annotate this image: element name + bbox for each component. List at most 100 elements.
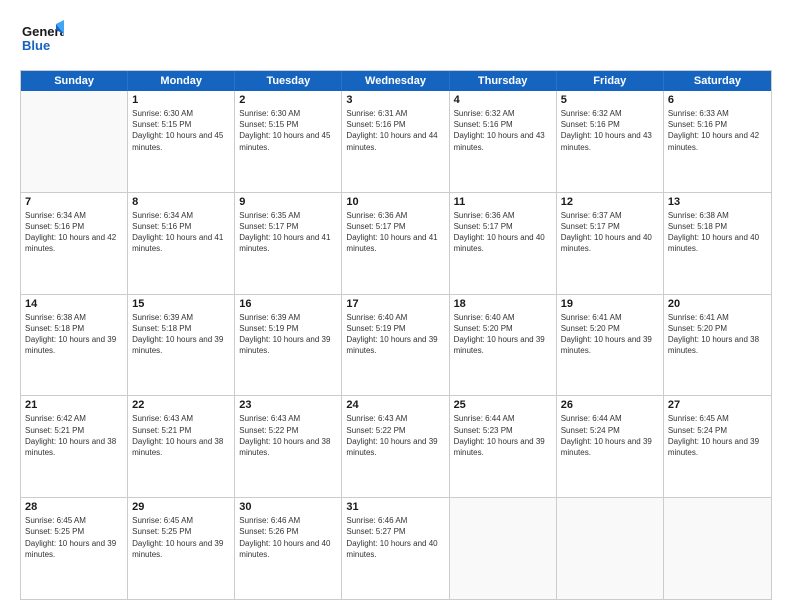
day-info: Sunrise: 6:30 AM Sunset: 5:15 PM Dayligh… [239, 108, 337, 153]
calendar-body: 1 Sunrise: 6:30 AM Sunset: 5:15 PM Dayli… [21, 91, 771, 599]
day-number: 5 [561, 94, 659, 106]
day-info: Sunrise: 6:31 AM Sunset: 5:16 PM Dayligh… [346, 108, 444, 153]
header-day-friday: Friday [557, 71, 664, 91]
day-number: 23 [239, 399, 337, 411]
header-day-monday: Monday [128, 71, 235, 91]
day-cell-3: 3 Sunrise: 6:31 AM Sunset: 5:16 PM Dayli… [342, 91, 449, 192]
day-cell-23: 23 Sunrise: 6:43 AM Sunset: 5:22 PM Dayl… [235, 396, 342, 497]
day-number: 22 [132, 399, 230, 411]
day-number: 19 [561, 298, 659, 310]
calendar-row-3: 14 Sunrise: 6:38 AM Sunset: 5:18 PM Dayl… [21, 294, 771, 396]
day-cell-20: 20 Sunrise: 6:41 AM Sunset: 5:20 PM Dayl… [664, 295, 771, 396]
day-info: Sunrise: 6:46 AM Sunset: 5:27 PM Dayligh… [346, 515, 444, 560]
day-number: 27 [668, 399, 767, 411]
day-cell-6: 6 Sunrise: 6:33 AM Sunset: 5:16 PM Dayli… [664, 91, 771, 192]
header-day-tuesday: Tuesday [235, 71, 342, 91]
day-cell-22: 22 Sunrise: 6:43 AM Sunset: 5:21 PM Dayl… [128, 396, 235, 497]
day-number: 17 [346, 298, 444, 310]
day-info: Sunrise: 6:38 AM Sunset: 5:18 PM Dayligh… [668, 210, 767, 255]
day-number: 24 [346, 399, 444, 411]
header-day-wednesday: Wednesday [342, 71, 449, 91]
day-info: Sunrise: 6:45 AM Sunset: 5:25 PM Dayligh… [25, 515, 123, 560]
day-number: 3 [346, 94, 444, 106]
empty-cell [557, 498, 664, 599]
day-info: Sunrise: 6:36 AM Sunset: 5:17 PM Dayligh… [346, 210, 444, 255]
day-info: Sunrise: 6:44 AM Sunset: 5:24 PM Dayligh… [561, 413, 659, 458]
day-number: 1 [132, 94, 230, 106]
day-info: Sunrise: 6:43 AM Sunset: 5:21 PM Dayligh… [132, 413, 230, 458]
day-info: Sunrise: 6:38 AM Sunset: 5:18 PM Dayligh… [25, 312, 123, 357]
day-cell-28: 28 Sunrise: 6:45 AM Sunset: 5:25 PM Dayl… [21, 498, 128, 599]
day-number: 20 [668, 298, 767, 310]
empty-cell [21, 91, 128, 192]
day-info: Sunrise: 6:39 AM Sunset: 5:18 PM Dayligh… [132, 312, 230, 357]
day-info: Sunrise: 6:40 AM Sunset: 5:19 PM Dayligh… [346, 312, 444, 357]
day-info: Sunrise: 6:42 AM Sunset: 5:21 PM Dayligh… [25, 413, 123, 458]
day-cell-13: 13 Sunrise: 6:38 AM Sunset: 5:18 PM Dayl… [664, 193, 771, 294]
day-cell-7: 7 Sunrise: 6:34 AM Sunset: 5:16 PM Dayli… [21, 193, 128, 294]
day-info: Sunrise: 6:45 AM Sunset: 5:24 PM Dayligh… [668, 413, 767, 458]
day-number: 16 [239, 298, 337, 310]
day-cell-26: 26 Sunrise: 6:44 AM Sunset: 5:24 PM Dayl… [557, 396, 664, 497]
day-info: Sunrise: 6:37 AM Sunset: 5:17 PM Dayligh… [561, 210, 659, 255]
calendar-row-5: 28 Sunrise: 6:45 AM Sunset: 5:25 PM Dayl… [21, 497, 771, 599]
day-cell-1: 1 Sunrise: 6:30 AM Sunset: 5:15 PM Dayli… [128, 91, 235, 192]
day-info: Sunrise: 6:43 AM Sunset: 5:22 PM Dayligh… [239, 413, 337, 458]
day-cell-14: 14 Sunrise: 6:38 AM Sunset: 5:18 PM Dayl… [21, 295, 128, 396]
day-cell-29: 29 Sunrise: 6:45 AM Sunset: 5:25 PM Dayl… [128, 498, 235, 599]
day-number: 31 [346, 501, 444, 513]
day-cell-31: 31 Sunrise: 6:46 AM Sunset: 5:27 PM Dayl… [342, 498, 449, 599]
day-number: 9 [239, 196, 337, 208]
logo: General Blue [20, 18, 64, 62]
header: General Blue [20, 18, 772, 62]
day-info: Sunrise: 6:41 AM Sunset: 5:20 PM Dayligh… [561, 312, 659, 357]
day-info: Sunrise: 6:45 AM Sunset: 5:25 PM Dayligh… [132, 515, 230, 560]
day-cell-24: 24 Sunrise: 6:43 AM Sunset: 5:22 PM Dayl… [342, 396, 449, 497]
day-info: Sunrise: 6:44 AM Sunset: 5:23 PM Dayligh… [454, 413, 552, 458]
day-number: 12 [561, 196, 659, 208]
day-cell-2: 2 Sunrise: 6:30 AM Sunset: 5:15 PM Dayli… [235, 91, 342, 192]
calendar-row-1: 1 Sunrise: 6:30 AM Sunset: 5:15 PM Dayli… [21, 91, 771, 192]
header-day-thursday: Thursday [450, 71, 557, 91]
day-cell-5: 5 Sunrise: 6:32 AM Sunset: 5:16 PM Dayli… [557, 91, 664, 192]
day-cell-27: 27 Sunrise: 6:45 AM Sunset: 5:24 PM Dayl… [664, 396, 771, 497]
day-cell-17: 17 Sunrise: 6:40 AM Sunset: 5:19 PM Dayl… [342, 295, 449, 396]
day-number: 10 [346, 196, 444, 208]
calendar-header: SundayMondayTuesdayWednesdayThursdayFrid… [21, 71, 771, 91]
day-cell-4: 4 Sunrise: 6:32 AM Sunset: 5:16 PM Dayli… [450, 91, 557, 192]
day-number: 6 [668, 94, 767, 106]
calendar: SundayMondayTuesdayWednesdayThursdayFrid… [20, 70, 772, 600]
day-info: Sunrise: 6:43 AM Sunset: 5:22 PM Dayligh… [346, 413, 444, 458]
day-cell-8: 8 Sunrise: 6:34 AM Sunset: 5:16 PM Dayli… [128, 193, 235, 294]
logo-svg: General Blue [20, 18, 64, 62]
day-info: Sunrise: 6:35 AM Sunset: 5:17 PM Dayligh… [239, 210, 337, 255]
page: General Blue SundayMondayTuesdayWednesda… [0, 0, 792, 612]
day-number: 26 [561, 399, 659, 411]
day-info: Sunrise: 6:46 AM Sunset: 5:26 PM Dayligh… [239, 515, 337, 560]
empty-cell [664, 498, 771, 599]
day-info: Sunrise: 6:36 AM Sunset: 5:17 PM Dayligh… [454, 210, 552, 255]
day-number: 8 [132, 196, 230, 208]
svg-text:Blue: Blue [22, 38, 50, 53]
empty-cell [450, 498, 557, 599]
day-number: 18 [454, 298, 552, 310]
day-cell-16: 16 Sunrise: 6:39 AM Sunset: 5:19 PM Dayl… [235, 295, 342, 396]
day-number: 13 [668, 196, 767, 208]
day-number: 25 [454, 399, 552, 411]
day-info: Sunrise: 6:32 AM Sunset: 5:16 PM Dayligh… [454, 108, 552, 153]
day-info: Sunrise: 6:32 AM Sunset: 5:16 PM Dayligh… [561, 108, 659, 153]
calendar-row-2: 7 Sunrise: 6:34 AM Sunset: 5:16 PM Dayli… [21, 192, 771, 294]
day-number: 11 [454, 196, 552, 208]
day-info: Sunrise: 6:34 AM Sunset: 5:16 PM Dayligh… [25, 210, 123, 255]
day-cell-18: 18 Sunrise: 6:40 AM Sunset: 5:20 PM Dayl… [450, 295, 557, 396]
day-number: 29 [132, 501, 230, 513]
day-info: Sunrise: 6:40 AM Sunset: 5:20 PM Dayligh… [454, 312, 552, 357]
day-cell-25: 25 Sunrise: 6:44 AM Sunset: 5:23 PM Dayl… [450, 396, 557, 497]
day-number: 15 [132, 298, 230, 310]
day-number: 28 [25, 501, 123, 513]
day-info: Sunrise: 6:34 AM Sunset: 5:16 PM Dayligh… [132, 210, 230, 255]
day-cell-10: 10 Sunrise: 6:36 AM Sunset: 5:17 PM Dayl… [342, 193, 449, 294]
day-info: Sunrise: 6:33 AM Sunset: 5:16 PM Dayligh… [668, 108, 767, 153]
day-cell-21: 21 Sunrise: 6:42 AM Sunset: 5:21 PM Dayl… [21, 396, 128, 497]
day-cell-15: 15 Sunrise: 6:39 AM Sunset: 5:18 PM Dayl… [128, 295, 235, 396]
